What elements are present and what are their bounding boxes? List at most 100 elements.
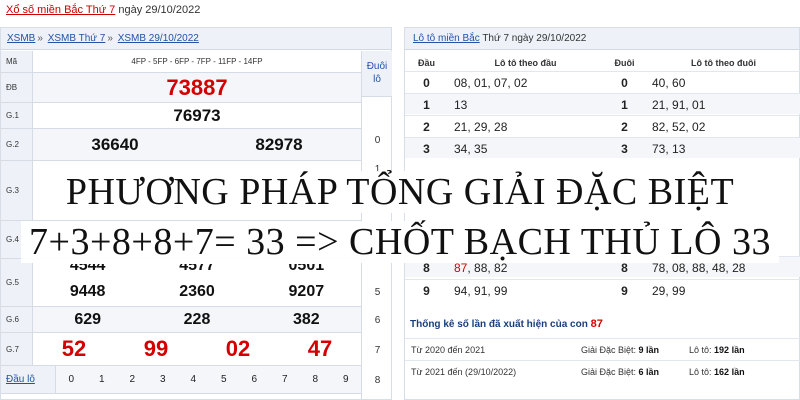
prize-number: 73887 <box>166 74 228 100</box>
dau-lo-digit[interactable]: 8 <box>312 374 318 385</box>
banner-line-1: PHƯƠNG PHÁP TỔNG GIẢI ĐẶC BIỆT <box>0 168 800 216</box>
stats-gdb: Giải Đặc Biệt: 6 lần <box>575 361 683 382</box>
banner-text: 7+3+8+8+7= 33 => CHỐT BẠCH THỦ LÔ 33 <box>21 221 779 263</box>
dau-lo-digit[interactable]: 2 <box>129 374 135 385</box>
stats-loto-label: Lô tô: <box>689 367 712 377</box>
page-title-link[interactable]: Xổ số miền Bắc Thứ 7 <box>6 4 115 16</box>
dau-lo-digit[interactable]: 7 <box>282 374 288 385</box>
dau-lo-digit[interactable]: 1 <box>99 374 105 385</box>
stats-gdb-value: 6 lần <box>638 367 660 377</box>
row-g2: G.2 36640 82978 <box>1 129 361 161</box>
loto-dau: 9 <box>423 284 430 298</box>
stats-loto-label: Lô tô: <box>689 345 712 355</box>
loto-duoi: 3 <box>621 142 628 156</box>
prize-number: 9207 <box>288 283 325 301</box>
row-label: Mã <box>1 51 33 72</box>
loto-theo-duoi: 29, 99 <box>652 284 686 298</box>
loto-header: Đầu Lô tô theo đầu Đuôi Lô tô theo đuôi <box>405 55 800 71</box>
row-label: G.6 <box>1 307 33 332</box>
dau-lo-link[interactable]: Đầu lô <box>1 366 56 393</box>
loto-row: 2 21, 29, 28 2 82, 52, 02 <box>405 115 800 136</box>
loto-row: 0 08, 01, 07, 02 0 40, 60 <box>405 71 800 92</box>
loto-title-date: Thứ 7 ngày 29/10/2022 <box>482 33 587 44</box>
stats-loto-value: 162 lần <box>714 367 745 377</box>
ma-value: 4FP - 5FP - 6FP - 7FP - 11FP - 14FP <box>131 57 263 66</box>
dau-lo-digit[interactable]: 0 <box>68 374 74 385</box>
stats-gdb-label: Giải Đặc Biệt: <box>581 367 637 377</box>
loto-row: 1 13 1 21, 91, 01 <box>405 93 800 114</box>
duoi-lo-digit[interactable]: 8 <box>362 375 393 386</box>
loto-theo-duoi: 73, 13 <box>652 142 686 156</box>
prize-number: 382 <box>292 310 320 328</box>
loto-dau: 3 <box>423 142 430 156</box>
prize-number: 629 <box>74 310 102 328</box>
duoi-lo-digit[interactable]: 0 <box>362 135 393 146</box>
loto-title: Lô tô miền Bắc Thứ 7 ngày 29/10/2022 <box>405 28 799 50</box>
loto-theo-dau: 34, 35 <box>454 142 488 156</box>
breadcrumb: XSMB» XSMB Thứ 7» XSMB 29/10/2022 <box>1 28 391 50</box>
loto-row: 3 34, 35 3 73, 13 <box>405 137 800 158</box>
loto-dau: 2 <box>423 120 430 134</box>
row-g5: G.5 4544 4577 0501 9448 2360 9207 <box>1 259 361 307</box>
dau-lo-digits: 0 1 2 3 4 5 6 7 8 9 <box>56 366 361 393</box>
loto-dau: 1 <box>423 98 430 112</box>
header-theo-dau: Lô tô theo đầu <box>494 58 557 68</box>
header-duoi: Đuôi <box>614 58 635 68</box>
loto-duoi: 0 <box>621 76 628 90</box>
loto-theo-duoi: 40, 60 <box>652 76 686 90</box>
page-title-date: ngày 29/10/2022 <box>118 4 201 16</box>
loto-theo-duoi: 21, 91, 01 <box>652 98 706 112</box>
loto-dau: 0 <box>423 76 430 90</box>
stats-loto: Lô tô: 192 lần <box>683 339 800 360</box>
stats-title: Thống kê số lần đã xuất hiện của con 87 <box>410 318 603 330</box>
prize-number: 82978 <box>255 134 303 154</box>
loto-title-link[interactable]: Lô tô miền Bắc <box>413 33 480 44</box>
prize-number: 9448 <box>69 283 106 301</box>
stats-period: Từ 2021 đến (29/10/2022) <box>411 367 517 377</box>
row-label: G.7 <box>1 333 33 365</box>
banner-text: PHƯƠNG PHÁP TỔNG GIẢI ĐẶC BIỆT <box>57 171 743 213</box>
row-label: G.1 <box>1 103 33 128</box>
stats-loto: Lô tô: 162 lần <box>683 361 800 382</box>
prize-number: 47 <box>307 336 333 361</box>
loto-theo-duoi: 82, 52, 02 <box>652 120 706 134</box>
row-dau-lo: Đầu lô 0 1 2 3 4 5 6 7 8 9 <box>1 366 361 394</box>
stats-gdb-label: Giải Đặc Biệt: <box>581 345 637 355</box>
prize-number: 2360 <box>179 283 215 301</box>
dau-lo-digit[interactable]: 9 <box>343 374 349 385</box>
stats-gdb: Giải Đặc Biệt: 9 lần <box>575 339 683 360</box>
loto-row: 9 94, 91, 99 9 29, 99 <box>405 279 800 300</box>
loto-theo-dau: 08, 01, 07, 02 <box>454 76 528 90</box>
prize-number: 02 <box>225 336 251 361</box>
stats-period: Từ 2020 đến 2021 <box>411 345 486 355</box>
duoi-lo-digit[interactable]: 7 <box>362 345 393 356</box>
dau-lo-digit[interactable]: 6 <box>251 374 257 385</box>
prize-number: 99 <box>143 336 169 361</box>
loto-duoi: 1 <box>621 98 628 112</box>
duoi-lo-digit[interactable]: 6 <box>362 315 393 326</box>
prize-number: 36640 <box>91 134 139 154</box>
row-g1: G.1 76973 <box>1 103 361 129</box>
loto-theo-dau: 94, 91, 99 <box>454 284 508 298</box>
breadcrumb-xsmb[interactable]: XSMB <box>7 33 35 44</box>
row-label: ĐB <box>1 73 33 102</box>
duoi-lo-digit[interactable]: 5 <box>362 287 393 298</box>
loto-duoi: 9 <box>621 284 628 298</box>
header-theo-duoi: Lô tô theo đuôi <box>691 58 756 68</box>
header-dau: Đầu <box>417 58 435 68</box>
row-g7: G.7 52 99 02 47 <box>1 333 361 366</box>
row-dac-biet: ĐB 73887 <box>1 73 361 103</box>
row-ma: Mã 4FP - 5FP - 6FP - 7FP - 11FP - 14FP <box>1 51 361 73</box>
breadcrumb-xsmb-date[interactable]: XSMB 29/10/2022 <box>118 33 199 44</box>
duoi-lo-header[interactable]: Đuôi lô <box>362 51 392 97</box>
breadcrumb-xsmb-thu7[interactable]: XSMB Thứ 7 <box>48 33 106 44</box>
prize-number: 76973 <box>173 105 221 125</box>
stats-row: Từ 2020 đến 2021 Giải Đặc Biệt: 9 lần Lô… <box>405 338 800 360</box>
dau-lo-digit[interactable]: 5 <box>221 374 227 385</box>
stats-gdb-value: 9 lần <box>638 345 660 355</box>
prize-number: 228 <box>183 310 211 328</box>
dau-lo-digit[interactable]: 3 <box>160 374 166 385</box>
stats-number: 87 <box>590 318 603 330</box>
stats-title-text: Thống kê số lần đã xuất hiện của con <box>410 319 588 330</box>
dau-lo-digit[interactable]: 4 <box>190 374 196 385</box>
